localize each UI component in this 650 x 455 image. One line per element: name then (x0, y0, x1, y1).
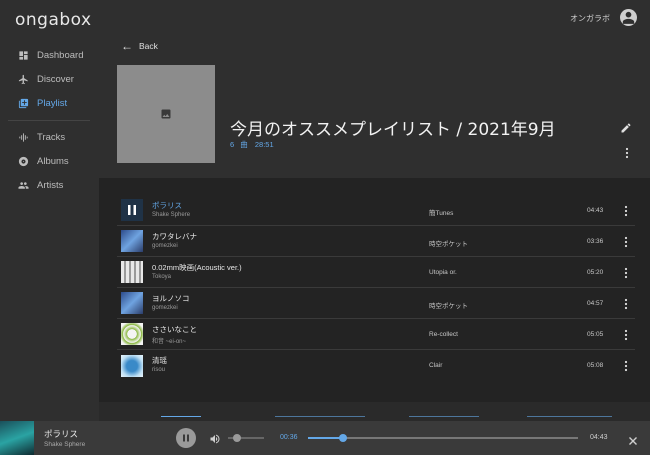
player-bar: ポラリス Shake Sphere 00:36 04:43 (0, 421, 650, 455)
page-title: 今月のオススメプレイリスト / 2021年9月 (230, 120, 556, 140)
track-artist[interactable]: Tokoya (152, 274, 171, 280)
track-count: 6 (230, 140, 235, 149)
arrow-left-icon: ← (121, 39, 133, 53)
more-vert-icon[interactable] (624, 146, 630, 159)
now-playing-artist: Shake Sphere (44, 441, 86, 448)
back-label: Back (139, 41, 158, 51)
sidebar-item-label: Dashboard (37, 49, 84, 61)
now-playing-title: ポラリス (44, 429, 79, 439)
more-vert-icon[interactable] (623, 204, 629, 217)
track-title: 清瑶 (152, 356, 167, 365)
track-row[interactable]: 清瑶 risou Clair 05:08 (117, 350, 635, 381)
track-thumbnail (121, 292, 143, 314)
more-vert-icon[interactable] (623, 235, 629, 248)
track-duration: 04:43 (587, 207, 604, 214)
sidebar-item-discover[interactable]: Discover (0, 68, 99, 90)
playlist-header: オンガラボ ← Back 今月のオススメプレイリスト / 2021年9月 6 曲… (99, 0, 650, 178)
sidebar-item-dashboard[interactable]: Dashboard (0, 44, 99, 66)
avatar[interactable] (620, 9, 637, 26)
track-artist[interactable]: gomezkei (152, 305, 178, 311)
more-vert-icon[interactable] (623, 266, 629, 279)
track-duration: 05:08 (587, 362, 604, 369)
account-icon (622, 11, 635, 24)
track-artist[interactable]: risou (152, 367, 165, 373)
sidebar: ongabox Dashboard Discover Playlist Trac… (0, 0, 99, 421)
close-icon[interactable] (628, 433, 638, 445)
pause-icon (121, 199, 143, 221)
pause-icon (183, 434, 189, 442)
track-count-unit: 曲 (240, 140, 248, 149)
current-time: 00:36 (280, 434, 298, 441)
sidebar-item-tracks[interactable]: Tracks (0, 126, 99, 148)
track-duration: 04:57 (587, 300, 604, 307)
sidebar-item-label: Artists (37, 179, 64, 191)
track-artist[interactable]: 和音 ~ei-on~ (152, 336, 186, 345)
track-title: ヨルノソコ (152, 294, 190, 303)
people-icon (17, 179, 29, 191)
sidebar-item-label: Tracks (37, 131, 66, 143)
track-row[interactable]: 0.02mm映画(Acoustic ver.) Tokoya Utopia or… (117, 257, 635, 288)
app-logo[interactable]: ongabox (15, 10, 92, 30)
airplane-icon (17, 73, 29, 85)
dashboard-icon (17, 49, 29, 61)
more-vert-icon[interactable] (623, 297, 629, 310)
disc-icon (17, 155, 29, 167)
total-time: 04:43 (590, 434, 608, 441)
image-icon (161, 109, 171, 119)
track-title: ポラリス (152, 201, 182, 210)
track-duration: 05:20 (587, 269, 604, 276)
sidebar-item-albums[interactable]: Albums (0, 150, 99, 172)
total-duration: 28:51 (254, 140, 274, 149)
playlist-icon (17, 97, 29, 109)
track-thumbnail (121, 230, 143, 252)
sidebar-item-label: Playlist (37, 97, 68, 109)
track-row[interactable]: ポラリス Shake Sphere 簡Tunes 04:43 (117, 195, 635, 226)
sidebar-divider (8, 120, 90, 121)
track-artist[interactable]: Shake Sphere (152, 212, 190, 218)
sidebar-item-playlist[interactable]: Playlist (0, 92, 99, 114)
track-title: 0.02mm映画(Acoustic ver.) (152, 263, 242, 272)
track-row[interactable]: ヨルノソコ gomezkei 時空ポケット 04:57 (117, 288, 635, 319)
track-thumbnail (121, 323, 143, 345)
sidebar-item-artists[interactable]: Artists (0, 174, 99, 196)
track-thumbnail (121, 199, 143, 221)
now-playing-artwork (0, 421, 34, 455)
playlist-cover (117, 65, 215, 163)
more-vert-icon[interactable] (623, 359, 629, 372)
track-title: カワタレバナ (152, 232, 197, 241)
track-row[interactable]: カワタレバナ gomezkei 時空ポケット 03:36 (117, 226, 635, 257)
track-row[interactable]: ささいなこと 和音 ~ei-on~ Re-collect 05:05 (117, 319, 635, 350)
track-duration: 05:05 (587, 331, 604, 338)
sidebar-item-label: Albums (37, 155, 69, 167)
section-tabs (99, 402, 650, 422)
playlist-meta: 6 曲 28:51 (230, 139, 274, 150)
track-title: ささいなこと (152, 325, 197, 334)
seek-bar-progress (308, 437, 344, 439)
sidebar-item-label: Discover (37, 73, 74, 85)
track-thumbnail (121, 261, 143, 283)
track-artist[interactable]: gomezkei (152, 243, 178, 249)
track-list: ポラリス Shake Sphere 簡Tunes 04:43 カワタレバナ go… (99, 178, 650, 421)
track-album[interactable]: 時空ポケット (429, 300, 468, 310)
track-album[interactable]: Utopia or. (429, 269, 457, 276)
volume-slider-handle[interactable] (233, 434, 241, 442)
back-button[interactable]: ← Back (121, 39, 158, 53)
track-album[interactable]: Re-collect (429, 331, 458, 338)
equalizer-icon (17, 131, 29, 143)
track-duration: 03:36 (587, 238, 604, 245)
seek-bar-handle[interactable] (339, 434, 348, 442)
user-name[interactable]: オンガラボ (570, 13, 610, 24)
track-album[interactable]: Clair (429, 362, 442, 369)
track-album[interactable]: 簡Tunes (429, 207, 453, 217)
pause-button[interactable] (176, 428, 196, 448)
seek-bar-track[interactable] (308, 437, 578, 439)
edit-icon[interactable] (620, 121, 632, 133)
track-thumbnail (121, 354, 143, 377)
volume-icon[interactable] (209, 432, 221, 444)
track-album[interactable]: 時空ポケット (429, 238, 468, 248)
more-vert-icon[interactable] (623, 328, 629, 341)
